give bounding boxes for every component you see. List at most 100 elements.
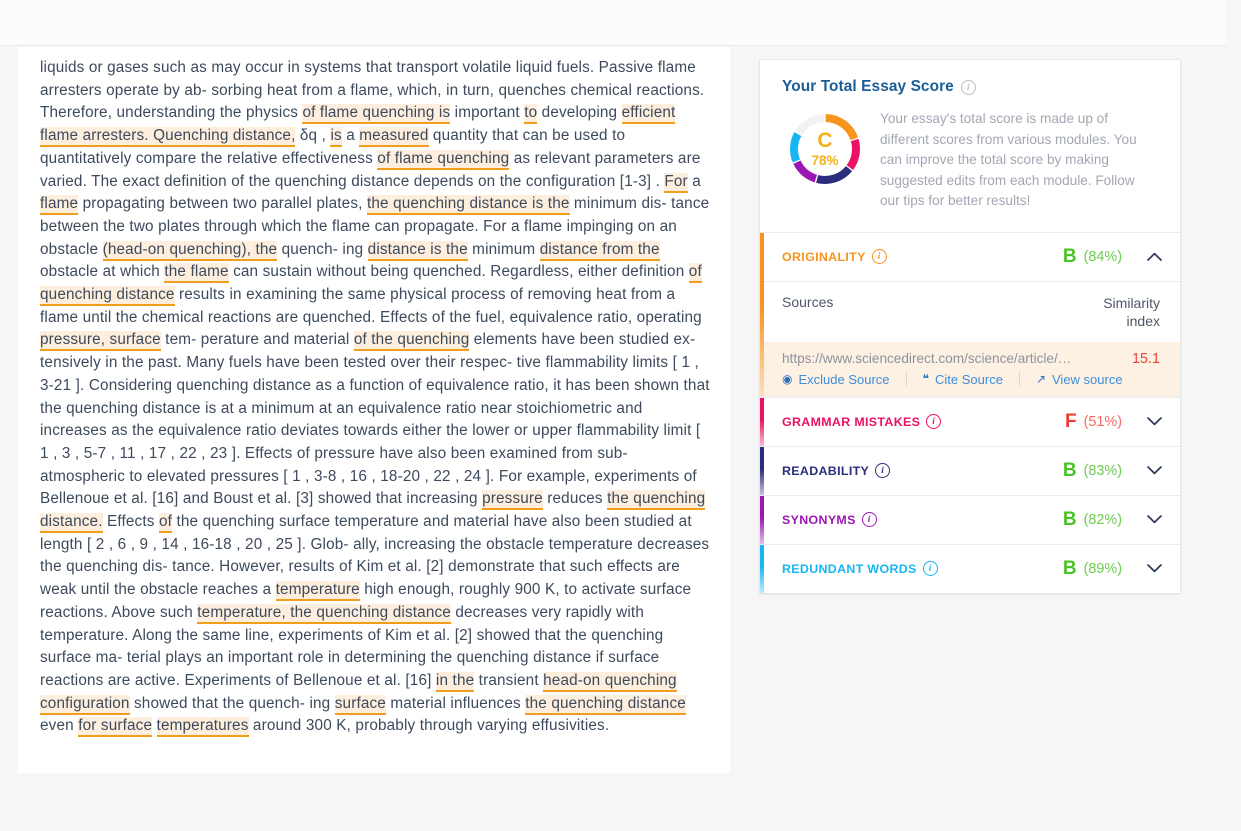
donut-center-label: C 78% (786, 110, 864, 188)
module-info-icon[interactable]: i (926, 414, 942, 430)
highlighted-phrase[interactable]: in the (435, 671, 475, 692)
score-module-originality: ORIGINALITY i B (84%) Sources Similarity inde… (760, 232, 1180, 398)
module-label: SYNONYMS i (782, 512, 877, 528)
chevron-down-icon[interactable] (1136, 561, 1162, 576)
chevron-down-icon[interactable] (1136, 512, 1162, 527)
source-actions: ◉ Exclude Source ❝ Cite Source ↗ View source (782, 372, 1160, 387)
module-header-originality[interactable]: ORIGINALITY i B (84%) (760, 233, 1180, 281)
highlighted-phrase[interactable]: is (330, 127, 342, 148)
external-link-icon: ↗ (1035, 372, 1046, 387)
module-grade: B (1062, 508, 1077, 530)
module-header-grammar[interactable]: GRAMMAR MISTAKES i F (51%) (760, 398, 1180, 446)
total-score-section: Your Total Essay Score i C 78% Your essa… (760, 60, 1180, 233)
sources-table-header: Sources Similarity index (760, 280, 1180, 342)
highlighted-phrase[interactable]: surface (334, 694, 386, 715)
module-label-text: REDUNDANT WORDS (782, 561, 917, 576)
source-action-label: Exclude Source (798, 371, 890, 387)
module-label-text: SYNONYMS (782, 512, 856, 527)
source-action-quote[interactable]: ❝ Cite Source (923, 372, 1003, 387)
total-score-info-icon[interactable]: i (960, 79, 976, 95)
module-info-icon[interactable]: i (861, 512, 877, 528)
highlighted-phrase[interactable]: of (158, 513, 173, 534)
donut-grade: C (817, 129, 833, 153)
score-module-grammar: GRAMMAR MISTAKES i F (51%) (760, 397, 1180, 447)
module-label: REDUNDANT WORDS i (782, 561, 938, 577)
module-header-readability[interactable]: READABILITY i B (83%) (760, 447, 1180, 495)
source-action-external-link[interactable]: ↗ View source (1036, 372, 1123, 387)
module-grade: F (1065, 410, 1077, 432)
score-modules-list: ORIGINALITY i B (84%) Sources Similarity inde… (760, 232, 1180, 593)
action-separator (1018, 372, 1020, 387)
highlighted-phrase[interactable]: the quenching distance (525, 694, 686, 715)
module-label-text: ORIGINALITY (782, 249, 866, 264)
total-score-title: Your Total Essay Score i (782, 78, 1158, 96)
score-module-synonyms: SYNONYMS i B (82%) (760, 495, 1180, 545)
total-score-donut-chart: C 78% (786, 110, 864, 188)
module-label: GRAMMAR MISTAKES i (782, 414, 942, 430)
highlighted-phrase[interactable]: of flame quenching is (302, 104, 451, 125)
highlighted-phrase[interactable]: of flame quenching (377, 149, 510, 170)
source-action-label: Cite Source (935, 371, 1003, 387)
module-accent-bar (760, 446, 764, 495)
module-grade: B (1062, 245, 1077, 267)
essay-score-panel: Your Total Essay Score i C 78% Your essa… (760, 60, 1180, 593)
source-url[interactable]: https://www.sciencedirect.com/science/ar… (782, 351, 1071, 366)
essay-document-panel[interactable]: liquids or gases such as may occur in sy… (18, 47, 730, 773)
highlighted-phrase[interactable]: temperature (275, 581, 360, 602)
module-header-redundant[interactable]: REDUNDANT WORDS i B (89%) (760, 545, 1180, 593)
highlighted-phrase[interactable]: For (664, 172, 688, 193)
highlighted-phrase[interactable]: flame (40, 195, 79, 216)
module-info-icon[interactable]: i (871, 249, 887, 265)
module-header-synonyms[interactable]: SYNONYMS i B (82%) (760, 496, 1180, 544)
highlighted-phrase[interactable]: distance from the (539, 240, 660, 261)
highlighted-phrase[interactable]: (head-on quenching), the (102, 240, 278, 261)
action-separator (905, 372, 907, 387)
quote-icon: ❝ (922, 372, 930, 387)
module-accent-bar (760, 544, 764, 593)
highlighted-phrase[interactable]: pressure, surface (40, 331, 161, 352)
source-action-eye[interactable]: ◉ Exclude Source (782, 372, 890, 387)
module-info-icon[interactable]: i (875, 463, 891, 479)
module-label-text: GRAMMAR MISTAKES (782, 414, 921, 429)
header-right-gutter (1226, 0, 1241, 46)
highlighted-phrase[interactable]: of the quenching (353, 331, 470, 352)
eye-icon: ◉ (782, 372, 793, 387)
highlighted-phrase[interactable]: pressure (482, 490, 543, 511)
source-row-top: https://www.sciencedirect.com/science/ar… (782, 351, 1160, 367)
chevron-down-icon[interactable] (1136, 414, 1162, 429)
source-action-label: View source (1052, 371, 1123, 387)
module-percent: (89%) (1083, 560, 1122, 577)
chevron-up-icon[interactable] (1136, 249, 1162, 264)
module-accent-bar (760, 232, 764, 397)
donut-percent: 78% (811, 153, 839, 169)
highlighted-phrase[interactable]: the quenching distance is the (366, 195, 570, 216)
chevron-down-icon[interactable] (1136, 463, 1162, 478)
highlighted-phrase[interactable]: to (524, 104, 538, 125)
score-module-redundant: REDUNDANT WORDS i B (89%) (760, 544, 1180, 593)
sources-column-label: Sources (782, 293, 834, 310)
module-label: ORIGINALITY i (782, 249, 887, 265)
module-info-icon[interactable]: i (922, 561, 938, 577)
highlighted-phrase[interactable]: for surface (78, 717, 153, 738)
module-accent-bar (760, 397, 764, 446)
highlighted-phrase[interactable]: temperatures (156, 717, 249, 738)
module-percent: (84%) (1083, 248, 1122, 265)
module-label-text: READABILITY (782, 463, 870, 478)
total-score-body: C 78% Your essay's total score is made u… (782, 108, 1158, 212)
total-score-description: Your essay's total score is made up of d… (880, 111, 1137, 209)
highlighted-phrase[interactable]: measured (359, 127, 429, 148)
highlighted-phrase[interactable]: of quenching distance (40, 263, 702, 307)
module-percent: (51%) (1083, 413, 1122, 430)
highlighted-phrase[interactable]: the quenching distance. (40, 490, 706, 534)
module-grade: B (1062, 557, 1077, 579)
highlighted-phrase[interactable]: temperature, the quenching distance (197, 603, 451, 624)
highlighted-phrase[interactable]: distance is the (367, 240, 468, 261)
source-similarity-score: 15.1 (1131, 350, 1160, 367)
highlighted-phrase[interactable]: the flame (164, 263, 229, 284)
essay-paragraph: liquids or gases such as may occur in sy… (40, 57, 710, 738)
module-accent-bar (760, 495, 764, 544)
essay-text-body[interactable]: liquids or gases such as may occur in sy… (18, 47, 730, 738)
module-label: READABILITY i (782, 463, 891, 479)
module-percent: (82%) (1083, 511, 1122, 528)
module-grade: B (1062, 459, 1077, 481)
